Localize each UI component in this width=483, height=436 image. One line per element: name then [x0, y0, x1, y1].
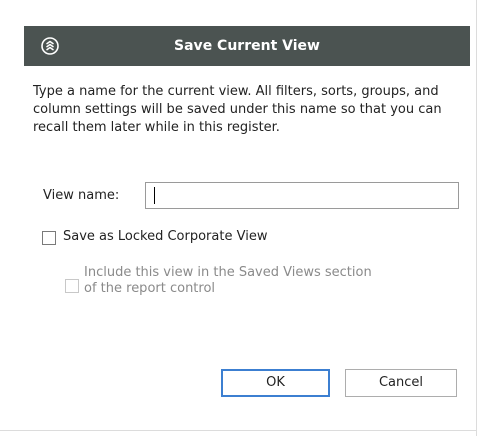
text-caret — [154, 187, 155, 204]
page-border — [476, 0, 477, 436]
dialog-title: Save Current View — [174, 38, 320, 54]
dialog-titlebar: Save Current View — [24, 26, 470, 66]
page-border — [0, 430, 477, 431]
include-saved-views-label: Include this view in the Saved Views sec… — [84, 265, 372, 296]
view-name-label: View name: — [43, 188, 120, 203]
dialog-description: Type a name for the current view. All fi… — [33, 84, 442, 135]
cancel-button[interactable]: Cancel — [345, 369, 457, 397]
locked-corporate-view-label[interactable]: Save as Locked Corporate View — [63, 229, 267, 244]
view-name-input[interactable] — [145, 182, 459, 209]
locked-corporate-view-checkbox[interactable] — [42, 231, 56, 245]
ok-button[interactable]: OK — [221, 369, 330, 397]
save-view-dialog: Save Current View Type a name for the cu… — [24, 26, 470, 419]
include-saved-views-checkbox[interactable] — [65, 279, 79, 293]
